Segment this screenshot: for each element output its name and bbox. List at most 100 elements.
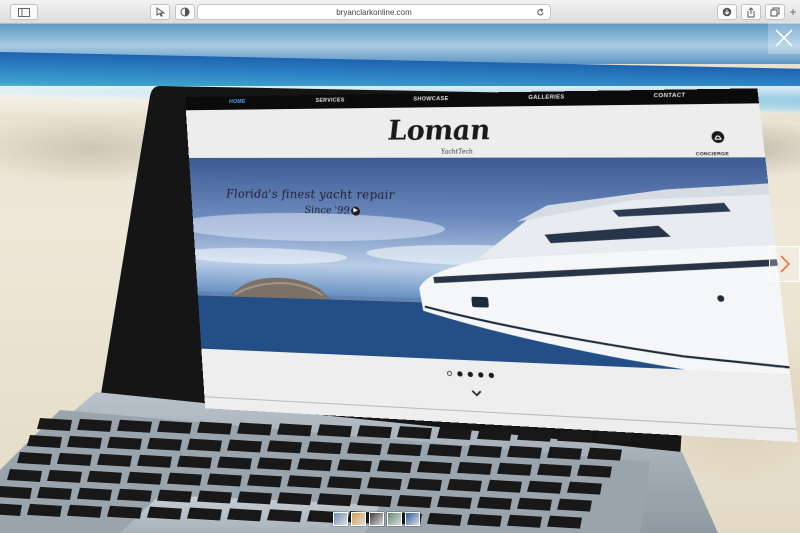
- slide-dot[interactable]: [457, 371, 463, 377]
- site-logo[interactable]: Loman: [387, 115, 491, 147]
- slide-dots: [446, 370, 495, 379]
- keyboard-key: [417, 461, 452, 474]
- keyboard-key: [47, 469, 82, 483]
- site-header: Loman YachtTech CONCIERGE: [185, 103, 766, 158]
- keyboard-key: [107, 436, 142, 450]
- site-logo-sub: YachtTech: [440, 148, 474, 156]
- chevron-down-icon[interactable]: [471, 390, 482, 398]
- keyboard-key: [407, 478, 442, 491]
- keyboard-key: [397, 426, 432, 440]
- keyboard-key: [227, 439, 262, 453]
- concierge-label[interactable]: CONCIERGE: [696, 151, 730, 156]
- keyboard-key: [207, 473, 242, 487]
- keyboard-key: [287, 475, 322, 489]
- keyboard-key: [247, 474, 282, 488]
- keyboard-key: [567, 481, 602, 495]
- keyboard-key: [497, 462, 532, 476]
- keyboard-key: [77, 487, 112, 501]
- keyboard-key: [467, 513, 502, 527]
- keyboard-key: [57, 452, 92, 466]
- keyboard-key: [107, 505, 142, 519]
- nav-contact[interactable]: CONTACT: [653, 93, 686, 100]
- keyboard-key: [557, 498, 592, 512]
- keyboard-key: [517, 428, 552, 442]
- keyboard-key: [467, 444, 502, 458]
- gallery-thumbnail[interactable]: [351, 512, 366, 526]
- keyboard-key: [237, 491, 272, 505]
- keyboard-key: [367, 477, 402, 491]
- keyboard-key: [137, 454, 172, 468]
- keyboard-key: [437, 427, 472, 440]
- keyboard-key: [27, 435, 62, 448]
- keyboard-key: [277, 423, 312, 437]
- close-button[interactable]: [768, 22, 800, 54]
- keyboard-key: [197, 490, 232, 504]
- keyboard-key: [487, 479, 522, 493]
- gallery-thumbnail[interactable]: [387, 512, 402, 526]
- nav-home[interactable]: HOME: [229, 99, 246, 105]
- nav-services[interactable]: SERVICES: [315, 98, 345, 104]
- keyboard-key: [307, 441, 342, 455]
- keyboard-key: [347, 442, 382, 456]
- keyboard-key: [197, 421, 232, 435]
- keyboard-key: [357, 425, 392, 439]
- keyboard-key: [427, 512, 462, 526]
- keyboard-key: [507, 514, 542, 528]
- keyboard-key: [167, 472, 202, 486]
- concierge-bell-icon[interactable]: [710, 131, 725, 144]
- keyboard-key: [427, 444, 462, 457]
- nav-galleries[interactable]: GALLERIES: [528, 94, 565, 101]
- keyboard-key: [0, 503, 22, 516]
- keyboard-key: [77, 418, 112, 432]
- keyboard-key: [337, 459, 372, 473]
- hero-since: Since '99: [304, 205, 351, 217]
- keyboard-key: [117, 488, 152, 502]
- close-icon: [775, 29, 793, 47]
- keyboard-key: [517, 497, 552, 511]
- slide-dot[interactable]: [446, 370, 453, 377]
- nav-showcase[interactable]: SHOWCASE: [413, 96, 449, 102]
- next-image-button[interactable]: [769, 246, 800, 282]
- gallery-thumbnail[interactable]: [333, 512, 348, 526]
- keyboard-key: [237, 422, 272, 436]
- keyboard-key: [327, 476, 362, 490]
- keyboard-key: [37, 418, 72, 431]
- keyboard-key: [117, 419, 152, 433]
- keyboard-key: [217, 456, 252, 470]
- slide-dot[interactable]: [488, 372, 495, 379]
- keyboard-key: [67, 504, 102, 518]
- keyboard-key: [577, 464, 612, 478]
- keyboard-key: [527, 480, 562, 494]
- slide-dot[interactable]: [477, 372, 484, 378]
- hero-slide[interactable]: Florida's finest yacht repair Since '99 …: [188, 157, 791, 375]
- keyboard-key: [0, 486, 32, 499]
- keyboard-key: [447, 478, 482, 492]
- keyboard-key: [187, 438, 222, 452]
- keyboard-key: [477, 496, 512, 510]
- keyboard-key: [557, 429, 592, 443]
- keyboard-key: [317, 493, 352, 507]
- keyboard-key: [457, 461, 492, 475]
- keyboard-key: [157, 489, 192, 503]
- website-screen: HOME SERVICES SHOWCASE GALLERIES CONTACT…: [185, 88, 799, 443]
- hero-tagline: Florida's finest yacht repair: [225, 186, 396, 202]
- keyboard-key: [227, 508, 262, 522]
- keyboard-key: [267, 509, 302, 523]
- keyboard-key: [317, 424, 352, 438]
- gallery-thumbnail[interactable]: [369, 512, 384, 526]
- keyboard-key: [357, 494, 392, 508]
- gallery-thumbnail[interactable]: [405, 512, 420, 526]
- keyboard-key: [277, 492, 312, 506]
- hero-next-arrow-icon[interactable]: ▶: [350, 206, 361, 216]
- keyboard-key: [537, 463, 572, 477]
- next-arrow-icon: [779, 255, 790, 273]
- slide-dot[interactable]: [467, 371, 474, 378]
- keyboard-key: [377, 460, 412, 474]
- keyboard-key: [157, 420, 192, 434]
- keyboard-key: [587, 447, 622, 461]
- keyboard-key: [177, 455, 212, 469]
- keyboard-key: [547, 446, 582, 460]
- keyboard-key: [547, 515, 582, 529]
- keyboard-key: [7, 469, 42, 482]
- keyboard-key: [257, 457, 292, 471]
